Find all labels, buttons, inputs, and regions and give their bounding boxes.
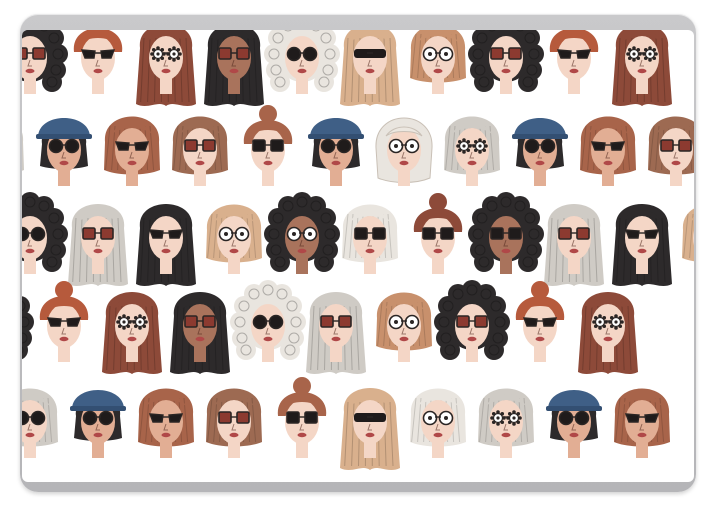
face-illustration — [70, 390, 126, 458]
face-illustration — [68, 204, 128, 286]
face-illustration — [648, 116, 694, 186]
face-illustration — [340, 388, 400, 470]
face-illustration — [549, 30, 599, 94]
face-illustration — [612, 204, 672, 286]
face-illustration — [512, 118, 568, 186]
face-illustration — [22, 30, 68, 94]
face-illustration — [308, 118, 364, 186]
face-illustration — [468, 192, 544, 274]
face-illustration — [342, 204, 398, 274]
face-illustration — [204, 30, 264, 106]
face-illustration — [138, 388, 194, 458]
face-illustration — [306, 292, 366, 374]
face-illustration — [136, 204, 196, 286]
face-illustration — [22, 388, 58, 458]
face-illustration — [544, 204, 604, 286]
face-illustration — [612, 30, 672, 106]
face-illustration — [434, 280, 510, 362]
face-illustration — [410, 30, 466, 94]
face-illustration — [578, 292, 638, 374]
face-illustration — [102, 292, 162, 374]
face-illustration — [478, 388, 534, 458]
face-illustration — [22, 296, 34, 360]
face-illustration — [468, 30, 544, 94]
face-illustration — [376, 292, 432, 362]
face-illustration — [614, 388, 670, 458]
face-illustration — [682, 208, 694, 262]
face-illustration — [264, 192, 340, 274]
face-illustration — [410, 388, 466, 458]
face-illustration — [170, 292, 230, 374]
face-illustration — [243, 105, 293, 186]
face-illustration — [73, 30, 123, 94]
face-illustration — [340, 30, 400, 106]
face-illustration — [444, 116, 500, 186]
face-illustration — [206, 204, 262, 274]
face-illustration — [413, 193, 463, 274]
face-illustration — [172, 116, 228, 186]
face-illustration — [39, 281, 89, 362]
face-illustration — [264, 30, 340, 94]
face-illustration — [22, 132, 24, 171]
face-illustration — [277, 377, 327, 458]
face-illustration — [230, 280, 306, 362]
face-illustration — [580, 116, 636, 186]
pattern-skin — [22, 30, 694, 482]
face-illustration — [136, 30, 196, 106]
faces-pattern — [22, 30, 694, 470]
face-illustration — [375, 117, 433, 186]
face-illustration — [206, 388, 262, 458]
face-illustration — [22, 192, 68, 274]
face-illustration — [104, 116, 160, 186]
face-illustration — [36, 118, 92, 186]
face-illustration — [515, 281, 565, 362]
face-illustration — [546, 390, 602, 458]
